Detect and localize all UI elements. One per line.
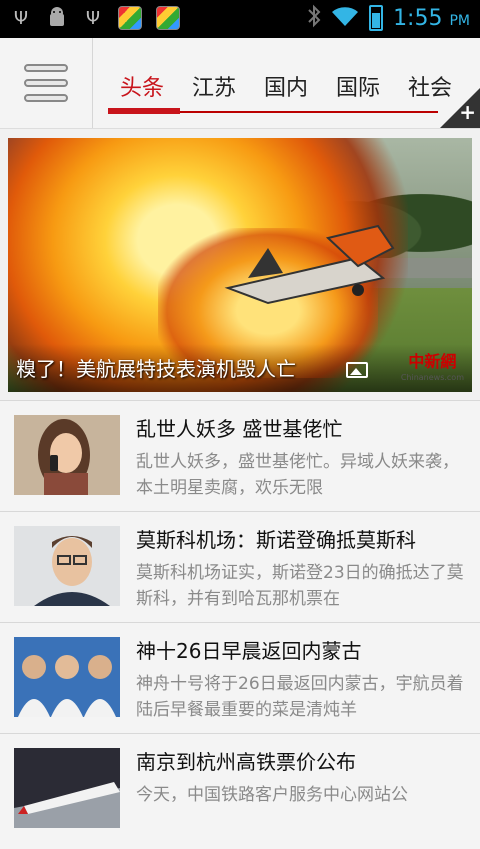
news-item[interactable]: 神十26日早晨返回内蒙古 神舟十号将于26日最返回内蒙古，宇航员着陆后早餐最重要… <box>0 622 480 738</box>
tab-active-indicator <box>108 108 180 114</box>
news-title: 南京到杭州高铁票价公布 <box>136 750 356 774</box>
status-time: 1:55 PM <box>393 6 470 31</box>
bluetooth-icon <box>307 4 321 32</box>
news-title: 乱世人妖多 盛世基佬忙 <box>136 417 343 441</box>
wifi-icon <box>331 5 359 31</box>
news-item[interactable]: 南京到杭州高铁票价公布 今天，中国铁路客户服务中心网站公 <box>0 733 480 849</box>
app-notification-icon <box>156 6 180 30</box>
news-summary: 今天，中国铁路客户服务中心网站公 <box>136 785 408 805</box>
status-time-value: 1:55 <box>393 5 443 31</box>
watermark-text: 中新網 <box>408 352 457 371</box>
tab-headlines[interactable]: 头条 <box>120 70 164 102</box>
headline-title: 糗了！美航展特技表演机毁人亡 <box>16 357 296 381</box>
tab-international[interactable]: 国际 <box>336 70 380 102</box>
news-item[interactable]: 莫斯科机场：斯诺登确抵莫斯科 莫斯科机场证实，斯诺登23日的确抵达了莫斯科，并有… <box>0 511 480 627</box>
tab-domestic[interactable]: 国内 <box>264 70 308 102</box>
tab-jiangsu[interactable]: 江苏 <box>192 70 236 102</box>
channel-tabs: 头条 江苏 国内 国际 社会 <box>92 38 480 128</box>
news-summary: 神舟十号将于26日最返回内蒙古，宇航员着陆后早餐最重要的菜是清炖羊 <box>136 674 464 720</box>
news-summary: 乱世人妖多，盛世基佬忙。异域人妖来袭，本土明星卖腐，欢乐无限 <box>136 452 459 498</box>
watermark-subtext: Chinanews.com <box>400 373 464 382</box>
battery-charging-icon <box>369 5 384 31</box>
source-watermark: 中新網 Chinanews.com <box>401 354 464 386</box>
plus-icon: + <box>459 100 476 124</box>
channel-header: 头条 江苏 国内 国际 社会 + <box>0 38 480 129</box>
news-title: 莫斯科机场：斯诺登确抵莫斯科 <box>136 528 416 552</box>
news-summary: 莫斯科机场证实，斯诺登23日的确抵达了莫斯科，并有到哈瓦那机票在 <box>136 563 464 609</box>
usb-icon: Ψ <box>13 7 29 29</box>
news-title: 神十26日早晨返回内蒙古 <box>136 639 362 663</box>
usb-icon: Ψ <box>85 7 101 29</box>
status-bar: Ψ Ψ 1:55 PM <box>0 0 480 38</box>
image-gallery-icon <box>346 362 368 378</box>
headline-image-card[interactable]: 糗了！美航展特技表演机毁人亡 中新網 Chinanews.com <box>8 138 472 392</box>
app-notification-icon <box>118 6 142 30</box>
crashed-plane-image <box>224 224 395 305</box>
status-ampm: PM <box>449 12 470 29</box>
news-thumbnail <box>14 415 120 495</box>
menu-button[interactable] <box>0 38 93 128</box>
android-debug-icon <box>46 6 68 30</box>
menu-icon <box>24 64 68 102</box>
news-thumbnail <box>14 526 120 606</box>
news-thumbnail <box>14 637 120 717</box>
news-thumbnail <box>14 748 120 828</box>
news-item[interactable]: 乱世人妖多 盛世基佬忙 乱世人妖多，盛世基佬忙。异域人妖来袭，本土明星卖腐，欢乐… <box>0 400 480 516</box>
